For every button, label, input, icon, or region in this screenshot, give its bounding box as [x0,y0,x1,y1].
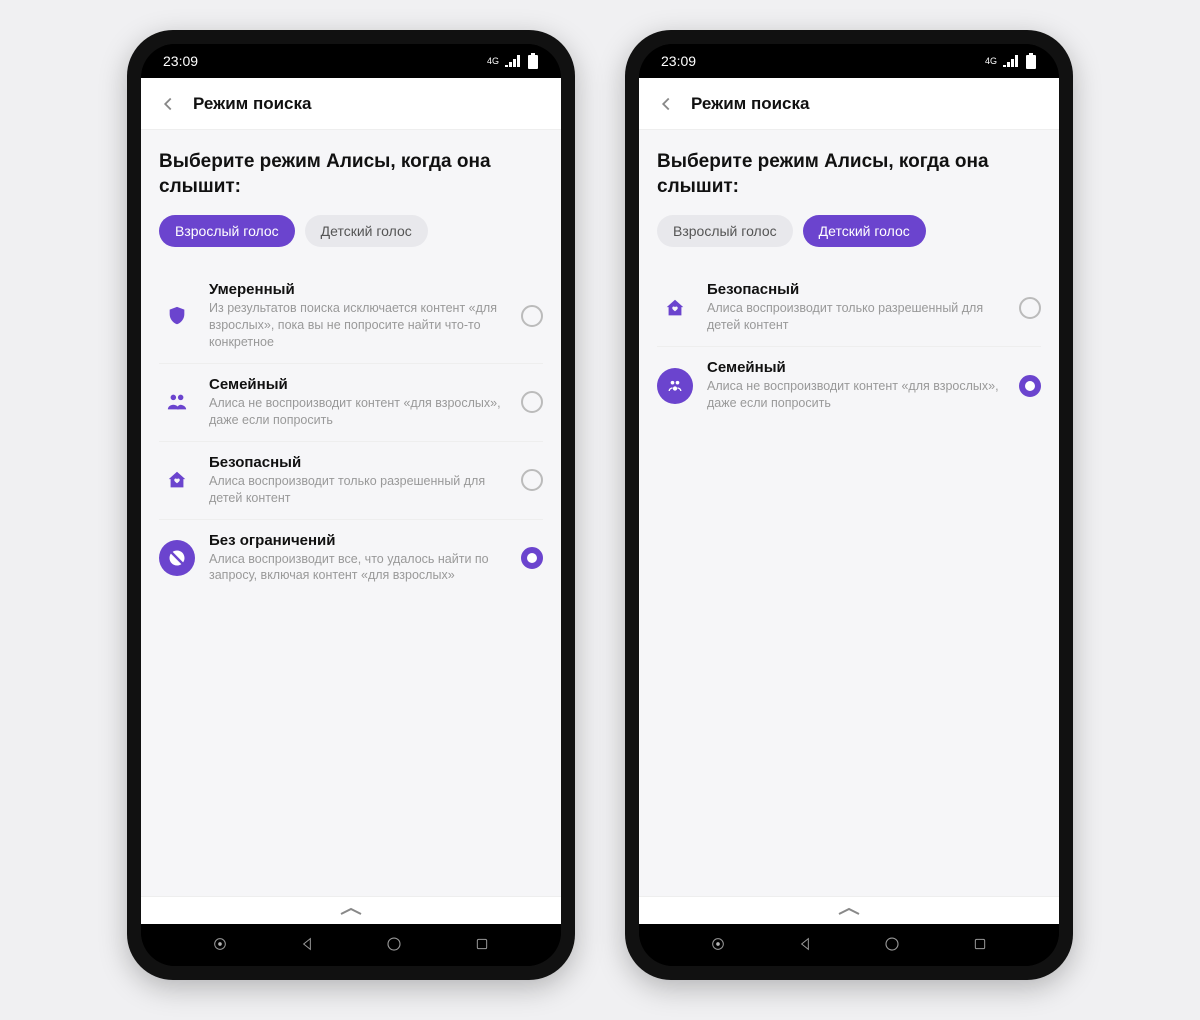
option-title: Безопасный [209,454,507,471]
option-safe[interactable]: Безопасный Алиса воспроизводит только ра… [159,442,543,520]
app-bar: Режим поиска [141,78,561,130]
option-description: Алиса не воспроизводит контент «для взро… [707,378,1005,412]
nav-home-button[interactable] [883,935,901,953]
option-description: Из результатов поиска исключается контен… [209,300,507,351]
nav-assistant-button[interactable] [710,936,726,952]
status-icons: 4G [985,53,1037,69]
chevron-up-icon [336,906,366,916]
signal-icon [1003,55,1019,67]
app-bar: Режим поиска [639,78,1059,130]
page-title: Режим поиска [193,94,311,114]
option-title: Умеренный [209,281,507,298]
sheet-handle[interactable] [141,896,561,924]
battery-icon [527,53,539,69]
status-bar: 23:09 4G [141,44,561,78]
voice-type-tabs: Взрослый голос Детский голос [159,215,543,247]
status-time: 23:09 [661,53,696,69]
android-nav-bar [141,922,561,966]
circle-icon [883,935,901,953]
nav-assistant-button[interactable] [212,936,228,952]
option-description: Алиса воспроизводит все, что удалось най… [209,551,507,585]
circle-dot-icon [212,936,228,952]
radio-safe[interactable] [521,469,543,491]
family-circle-icon [657,368,693,404]
nav-back-button[interactable] [299,936,315,952]
tab-child-voice[interactable]: Детский голос [305,215,428,247]
house-heart-icon [657,290,693,326]
network-label: 4G [985,56,997,66]
voice-type-tabs: Взрослый голос Детский голос [657,215,1041,247]
globe-off-icon [159,540,195,576]
radio-moderate[interactable] [521,305,543,327]
shield-icon [159,298,195,334]
option-title: Семейный [209,376,507,393]
status-time: 23:09 [163,53,198,69]
option-safe[interactable]: Безопасный Алиса воспроизводит только ра… [657,269,1041,347]
tab-adult-voice[interactable]: Взрослый голос [159,215,295,247]
content-area: Выберите режим Алисы, когда она слышит: … [639,130,1059,922]
sheet-handle[interactable] [639,896,1059,924]
section-heading: Выберите режим Алисы, когда она слышит: [657,150,1041,199]
triangle-left-icon [299,936,315,952]
option-title: Семейный [707,359,1005,376]
option-family[interactable]: Семейный Алиса не воспроизводит контент … [657,347,1041,424]
option-moderate[interactable]: Умеренный Из результатов поиска исключае… [159,269,543,364]
android-nav-bar [639,922,1059,966]
nav-recent-button[interactable] [972,936,988,952]
option-family[interactable]: Семейный Алиса не воспроизводит контент … [159,364,543,442]
page-title: Режим поиска [691,94,809,114]
house-heart-icon [159,462,195,498]
nav-recent-button[interactable] [474,936,490,952]
arrow-left-icon [655,93,677,115]
arrow-left-icon [157,93,179,115]
section-heading: Выберите режим Алисы, когда она слышит: [159,150,543,199]
content-area: Выберите режим Алисы, когда она слышит: … [141,130,561,922]
option-unrestricted[interactable]: Без ограничений Алиса воспроизводит все,… [159,520,543,597]
option-title: Без ограничений [209,532,507,549]
status-icons: 4G [487,53,539,69]
nav-home-button[interactable] [385,935,403,953]
option-title: Безопасный [707,281,1005,298]
battery-icon [1025,53,1037,69]
network-label: 4G [487,56,499,66]
back-button[interactable] [655,93,677,115]
chevron-up-icon [834,906,864,916]
radio-safe[interactable] [1019,297,1041,319]
people-icon [159,384,195,420]
tab-adult-voice[interactable]: Взрослый голос [657,215,793,247]
phone-adult: 23:09 4G Режим поиска Выберите режим Али… [127,30,575,980]
radio-unrestricted[interactable] [521,547,543,569]
option-description: Алиса воспроизводит только разрешенный д… [209,473,507,507]
radio-family[interactable] [521,391,543,413]
signal-icon [505,55,521,67]
tab-child-voice[interactable]: Детский голос [803,215,926,247]
radio-family[interactable] [1019,375,1041,397]
option-description: Алиса не воспроизводит контент «для взро… [209,395,507,429]
triangle-left-icon [797,936,813,952]
option-description: Алиса воспроизводит только разрешенный д… [707,300,1005,334]
phone-child: 23:09 4G Режим поиска Выберите режим Али… [625,30,1073,980]
back-button[interactable] [157,93,179,115]
nav-back-button[interactable] [797,936,813,952]
square-icon [972,936,988,952]
circle-icon [385,935,403,953]
status-bar: 23:09 4G [639,44,1059,78]
circle-dot-icon [710,936,726,952]
square-icon [474,936,490,952]
